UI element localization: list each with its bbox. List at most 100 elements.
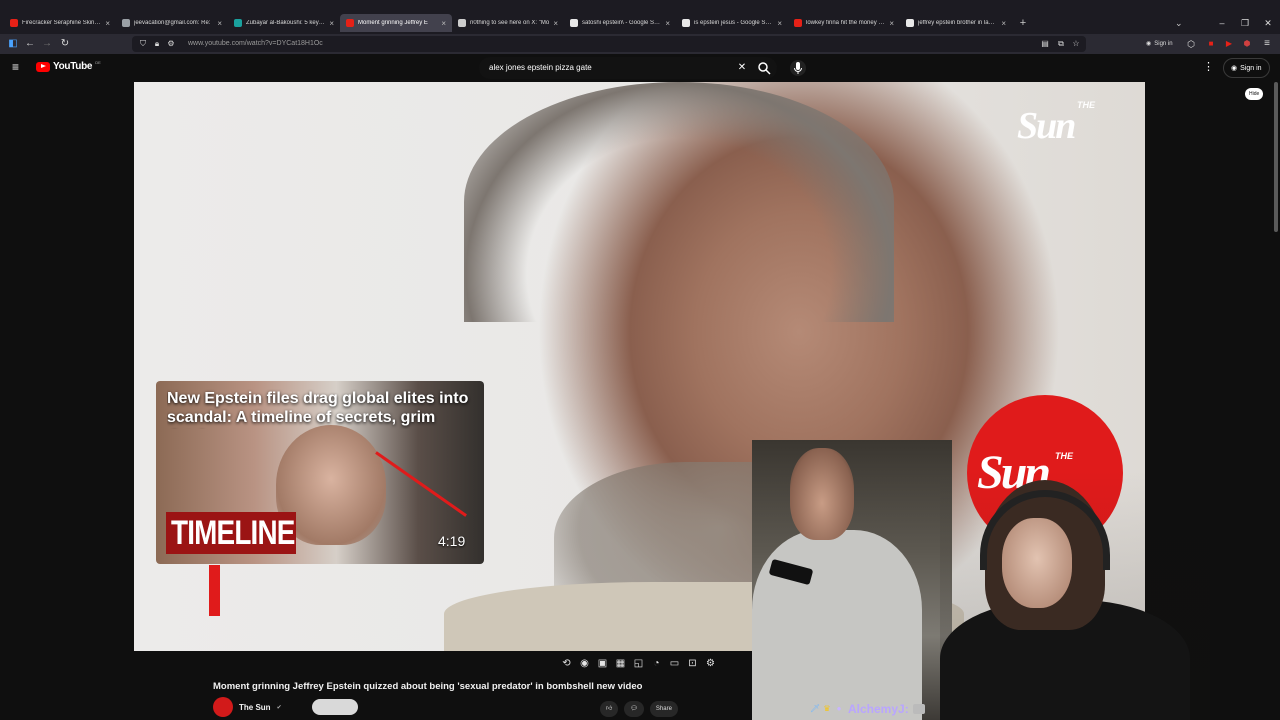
extensions-icon[interactable]: ⬡ — [1184, 37, 1198, 51]
player-control-row: ⟲ ◉ ▣ ▦ ◱ ◔ ▭ ⊡ ⚙ — [560, 657, 717, 670]
hamburger-menu-icon[interactable]: ≡ — [12, 61, 24, 73]
youtube-logo[interactable]: YouTube DE — [36, 60, 101, 72]
speed-icon[interactable]: ◔ — [650, 657, 663, 670]
app-menu-icon[interactable]: ≡ — [1260, 37, 1274, 51]
tab-lowkey[interactable]: lowkey finna hit the money spo × — [788, 14, 900, 32]
captions-icon[interactable]: ▣ — [596, 657, 609, 670]
tab-title: jeffrey epstein brother in law di — [918, 20, 998, 26]
more-vert-icon[interactable]: ⋮ — [1203, 61, 1214, 73]
account-circle-icon: ◉ — [1231, 65, 1238, 72]
reload-icon[interactable]: ↻ — [58, 37, 72, 51]
search-input[interactable]: alex jones epstein pizza gate — [489, 57, 592, 79]
url-text: www.youtube.com/watch?v=DYCat18H1Oc — [188, 40, 323, 47]
tab-title: Zubayar al-Bakoushi: 5 key thin — [246, 20, 326, 26]
new-tab-button[interactable]: + — [1016, 14, 1030, 32]
player-controls-area: ⟲ ◉ ▣ ▦ ◱ ◔ ▭ ⊡ ⚙ Moment grinning Jeffre… — [0, 651, 760, 720]
youtube-play-icon — [36, 61, 50, 72]
youtube-wordmark: YouTube — [53, 61, 93, 72]
tab-x-post[interactable]: n0thing to see here on X: "Mo × — [452, 14, 564, 32]
signin-label: Sign in — [1240, 64, 1262, 72]
reader-view-icon[interactable]: ▤ — [1038, 37, 1052, 51]
google-favicon-icon — [906, 19, 914, 27]
close-tab-icon[interactable]: × — [217, 19, 222, 28]
settings-gear-icon[interactable]: ⚙ — [704, 657, 717, 670]
tab-list-chevron-icon[interactable]: ⌄ — [1175, 14, 1183, 32]
bookmark-star-icon[interactable]: ☆ — [1069, 37, 1083, 51]
microphone-icon[interactable] — [790, 58, 806, 78]
close-tab-icon[interactable]: × — [441, 19, 446, 28]
tab-zubayar[interactable]: Zubayar al-Bakoushi: 5 key thin × — [228, 14, 340, 32]
timeline-label: TIMELINE — [171, 514, 295, 552]
minimize-icon[interactable]: – — [1212, 14, 1232, 32]
video-title: Moment grinning Jeffrey Epstein quizzed … — [213, 681, 643, 692]
account-icon: ◉ — [1146, 41, 1152, 47]
card-title: New Epstein files drag global elites int… — [167, 390, 469, 429]
page-scrollbar[interactable] — [1274, 82, 1278, 232]
tab-jeevacation[interactable]: jeevacation@gmail.com: Re: × — [116, 14, 228, 32]
the-sun-watermark-logo: THE Sun — [1015, 100, 1135, 147]
channel-name[interactable]: The Sun — [239, 703, 271, 712]
close-tab-icon[interactable]: × — [553, 19, 558, 28]
close-tab-icon[interactable]: × — [329, 19, 334, 28]
search-box[interactable]: alex jones epstein pizza gate ✕ — [479, 57, 777, 79]
tab-brother-in-law[interactable]: jeffrey epstein brother in law di × — [900, 14, 1012, 32]
mail-favicon-icon — [122, 19, 130, 27]
search-icon[interactable] — [757, 61, 771, 75]
tab-title: Moment grinning Jeffrey E — [358, 20, 428, 26]
youtube-favicon-icon — [346, 19, 354, 27]
screenshot-icon[interactable]: ⊡ — [686, 657, 699, 670]
clear-search-icon[interactable]: ✕ — [735, 61, 749, 75]
hide-button[interactable]: Hide — [1245, 88, 1264, 100]
youtube-header: ≡ YouTube DE alex jones epstein pizza ga… — [0, 54, 1280, 82]
restore-icon[interactable]: ❐ — [1235, 14, 1255, 32]
permissions-icon[interactable]: ⚙ — [164, 37, 178, 51]
lock-icon[interactable]: 🔒︎ — [150, 37, 164, 51]
pip-icon[interactable]: ⧉ — [1054, 37, 1068, 51]
tab-active-video[interactable]: Moment grinning Jeffrey E × — [340, 14, 452, 32]
extension-red-icon[interactable]: ■ — [1204, 37, 1218, 51]
close-tab-icon[interactable]: × — [889, 19, 894, 28]
sun-circle-the: THE — [1055, 451, 1073, 461]
address-bar[interactable]: ⛉ 🔒︎ ⚙ www.youtube.com/watch?v=DYCat18H1… — [132, 36, 1086, 52]
close-tab-icon[interactable]: × — [105, 19, 110, 28]
close-tab-icon[interactable]: × — [665, 19, 670, 28]
audio-icon[interactable]: ◉ — [578, 657, 591, 670]
card-duration: 4:19 — [438, 533, 466, 549]
close-tab-icon[interactable]: × — [1001, 19, 1006, 28]
cat-emote-icon — [912, 704, 925, 714]
sidebar-toggle-icon[interactable]: ◧ — [6, 37, 20, 51]
back-arrow-icon[interactable]: ← — [23, 37, 37, 51]
close-tab-icon[interactable]: × — [777, 19, 782, 28]
tab-google-jesus[interactable]: is epstein jesus - Google Search × — [676, 14, 788, 32]
theater-icon[interactable]: ▭ — [668, 657, 681, 670]
youtube-extension-icon[interactable]: ▶ — [1222, 37, 1236, 51]
tab-title: is epstein jesus - Google Search — [694, 20, 774, 26]
headphones — [980, 490, 1110, 570]
extension-shield-icon[interactable]: ⬢ — [1240, 37, 1254, 51]
close-window-icon[interactable]: ✕ — [1258, 14, 1278, 32]
like-button[interactable]: 👍︎ — [600, 701, 619, 717]
browser-account-button[interactable]: ◉ Sign in — [1146, 37, 1173, 51]
share-button[interactable]: Share — [649, 701, 678, 717]
webcam-guest — [752, 440, 952, 720]
comment-button[interactable]: 💬︎ — [624, 701, 644, 717]
video-frame-hair — [464, 82, 894, 322]
shield-icon[interactable]: ⛉ — [136, 37, 150, 51]
google-favicon-icon — [570, 19, 578, 27]
channel-avatar[interactable] — [213, 697, 233, 717]
forward-arrow-icon[interactable]: → — [40, 37, 54, 51]
miniplayer-icon[interactable]: ◱ — [632, 657, 645, 670]
tab-title: lowkey finna hit the money spo — [806, 20, 886, 26]
endscreen-video-card[interactable]: New Epstein files drag global elites int… — [156, 381, 484, 564]
tab-title: n0thing to see here on X: "Mo — [470, 20, 550, 26]
subscribe-button[interactable] — [311, 699, 358, 715]
signin-button[interactable]: ◉ Sign in — [1223, 58, 1270, 78]
youtube-favicon-icon — [794, 19, 802, 27]
loop-icon[interactable]: ⟲ — [560, 657, 573, 670]
chat-username: AlchemyJ: — [848, 702, 909, 716]
tab-firecracker[interactable]: Firecracker Seraphine Skin Spo × — [4, 14, 116, 32]
crown-badge-icon: ♛ — [823, 704, 831, 713]
playlist-icon[interactable]: ▦ — [614, 657, 627, 670]
sword-badge-icon: 🗡︎ — [810, 704, 821, 713]
tab-google-satoshi[interactable]: satoshi epstein\ - Google Searc × — [564, 14, 676, 32]
